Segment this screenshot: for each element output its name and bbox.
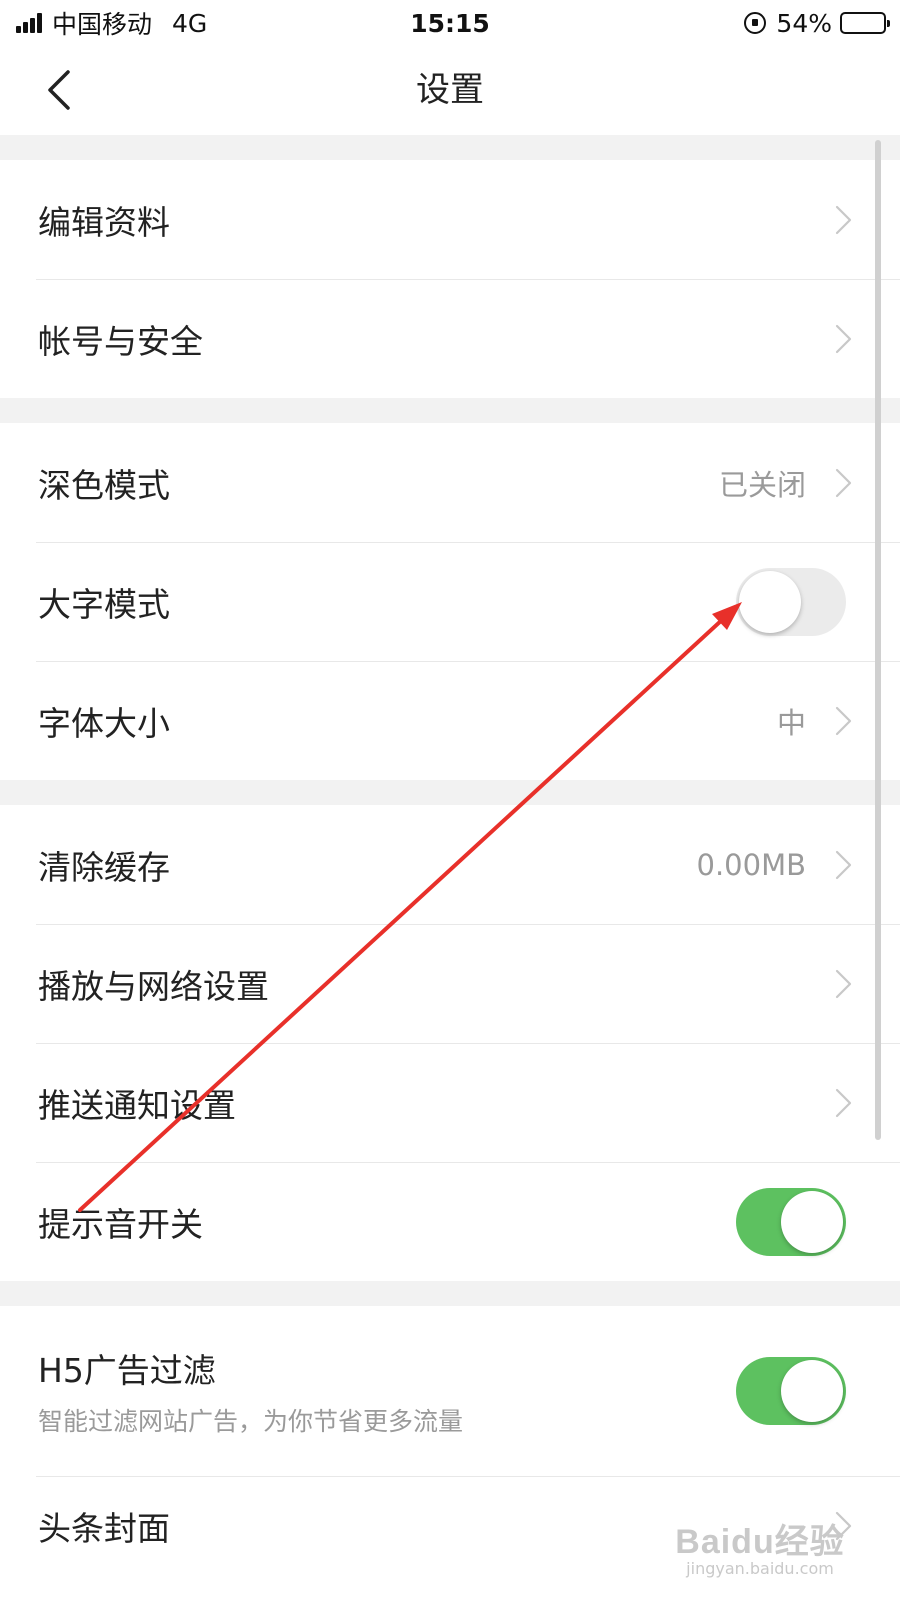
back-button[interactable]	[38, 66, 86, 114]
settings-row[interactable]: 字体大小 中	[0, 661, 900, 780]
settings-row[interactable]: H5广告过滤智能过滤网站广告，为你节省更多流量	[0, 1306, 900, 1476]
watermark-logo: Baidu经验	[675, 1523, 845, 1561]
chevron-right-icon	[835, 1088, 852, 1117]
signal-icon	[16, 13, 44, 33]
settings-row-value: 中	[776, 705, 806, 740]
settings-list: 编辑资料帐号与安全深色模式 已关闭大字模式字体大小 中清除缓存 0.00MB 播放与网络…	[0, 135, 900, 1576]
watermark: Baidu经验 jingyan.baidu.com	[675, 1514, 845, 1578]
section-divider	[0, 135, 900, 160]
battery-icon	[840, 12, 890, 34]
chevron-right-icon	[835, 205, 852, 234]
settings-row-label: 播放与网络设置	[38, 966, 269, 1006]
settings-row-value: 0.00MB	[696, 847, 807, 882]
section-divider	[0, 398, 900, 423]
nav-bar: 设置	[0, 46, 900, 135]
settings-row[interactable]: 大字模式	[0, 542, 900, 661]
rotation-lock-icon	[744, 12, 767, 34]
status-bar: 中国移动 4G 15:15 54%	[0, 0, 900, 46]
chevron-right-icon	[835, 468, 852, 497]
scrollbar[interactable]	[875, 140, 881, 1140]
settings-row[interactable]: 编辑资料	[0, 160, 900, 279]
toggle-knob	[781, 1190, 843, 1253]
toggle-switch[interactable]	[736, 1187, 846, 1256]
settings-row[interactable]: 帐号与安全	[0, 279, 900, 398]
settings-row[interactable]: 提示音开关	[0, 1162, 900, 1281]
chevron-right-icon	[835, 706, 852, 735]
settings-row-label: 编辑资料	[38, 202, 170, 242]
battery-percent: 54%	[776, 8, 832, 38]
settings-row-label: 大字模式	[38, 584, 170, 624]
settings-row-label: 帐号与安全	[38, 321, 203, 361]
settings-row-label: 深色模式	[38, 465, 170, 505]
toggle-switch[interactable]	[736, 1357, 846, 1425]
settings-row-label: 字体大小	[38, 703, 170, 743]
watermark-url: jingyan.baidu.com	[686, 1559, 834, 1578]
chevron-right-icon	[835, 850, 852, 879]
settings-row-sublabel: 智能过滤网站广告，为你节省更多流量	[38, 1407, 464, 1436]
page-title: 设置	[416, 70, 484, 110]
settings-row-label: H5广告过滤	[38, 1351, 216, 1390]
settings-row-label: 头条封面	[38, 1509, 170, 1548]
settings-row-value: 已关闭	[718, 467, 806, 502]
section-divider	[0, 1281, 900, 1306]
status-right: 54%	[744, 8, 890, 38]
settings-row-label: 推送通知设置	[38, 1085, 236, 1125]
chevron-right-icon	[835, 969, 852, 998]
section-divider	[0, 780, 900, 805]
carrier-name: 中国移动	[52, 10, 153, 39]
chevron-left-icon	[48, 70, 70, 110]
toggle-switch[interactable]	[736, 567, 846, 636]
chevron-right-icon	[835, 324, 852, 353]
status-left: 中国移动 4G	[16, 5, 207, 41]
settings-row-label: 提示音开关	[38, 1204, 203, 1244]
network-type: 4G	[172, 8, 208, 38]
settings-row-label: 清除缓存	[38, 847, 170, 887]
settings-row[interactable]: 清除缓存 0.00MB	[0, 805, 900, 924]
settings-row[interactable]: 推送通知设置	[0, 1043, 900, 1162]
toggle-knob	[739, 570, 801, 633]
toggle-knob	[781, 1360, 843, 1422]
settings-row[interactable]: 播放与网络设置	[0, 924, 900, 1043]
settings-row[interactable]: 深色模式 已关闭	[0, 423, 900, 542]
